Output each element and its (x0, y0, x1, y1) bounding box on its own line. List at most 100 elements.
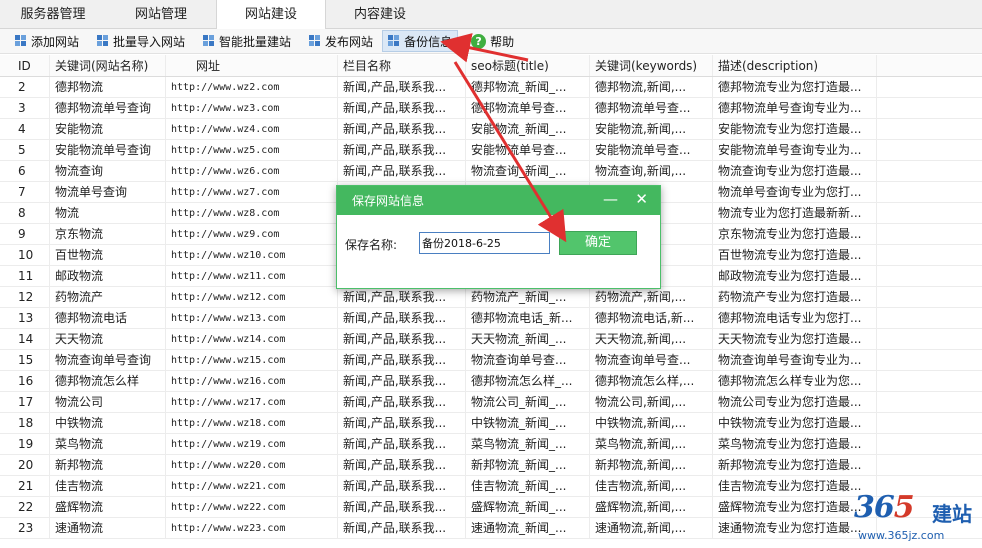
table-row[interactable]: 22 盛辉物流 http://www.wz22.com 新闻,产品,联系我... 盛辉物… (0, 497, 982, 518)
cell-column: 新闻,产品,联系我... (338, 329, 466, 349)
save-name-input[interactable] (419, 232, 550, 254)
cell-column: 新闻,产品,联系我... (338, 371, 466, 391)
tab-content-building[interactable]: 内容建设 (326, 0, 434, 29)
cell-description: 物流查询单号查询专业为... (713, 350, 877, 370)
header-url[interactable]: 网址 (166, 55, 338, 76)
batch-import-button[interactable]: 批量导入网站 (92, 30, 190, 52)
grid-icon (309, 35, 321, 47)
cell-keywords: 德邦物流,新闻,... (590, 77, 713, 97)
cell-id: 5 (0, 140, 50, 160)
table-row[interactable]: 20 新邦物流 http://www.wz20.com 新闻,产品,联系我... 新邦物… (0, 455, 982, 476)
cell-url: http://www.wz21.com (166, 476, 338, 496)
cell-keyword: 德邦物流怎么样 (50, 371, 166, 391)
cell-url: http://www.wz3.com (166, 98, 338, 118)
cell-seo-title: 天天物流_新闻_... (466, 329, 590, 349)
header-id[interactable]: ID (0, 55, 50, 76)
cell-keyword: 物流公司 (50, 392, 166, 412)
cell-filler (877, 371, 982, 391)
cell-seo-title: 物流公司_新闻_... (466, 392, 590, 412)
add-site-label: 添加网站 (31, 34, 80, 49)
table-row[interactable]: 5 安能物流单号查询 http://www.wz5.com 新闻,产品,联系我... 安… (0, 140, 982, 161)
table-row[interactable]: 19 菜鸟物流 http://www.wz19.com 新闻,产品,联系我... 菜鸟物… (0, 434, 982, 455)
cell-keywords: 中铁物流,新闻,... (590, 413, 713, 433)
cell-keywords: 德邦物流怎么样,... (590, 371, 713, 391)
cell-description: 物流公司专业为您打造最... (713, 392, 877, 412)
cell-keyword: 安能物流单号查询 (50, 140, 166, 160)
minimize-icon[interactable]: — (603, 186, 618, 215)
table-row[interactable]: 13 德邦物流电话 http://www.wz13.com 新闻,产品,联系我... 德… (0, 308, 982, 329)
publish-site-button[interactable]: 发布网站 (304, 30, 378, 52)
add-site-button[interactable]: 添加网站 (10, 30, 84, 52)
cell-url: http://www.wz9.com (166, 224, 338, 244)
tab-site-management[interactable]: 网站管理 (106, 0, 216, 29)
table-row[interactable]: 18 中铁物流 http://www.wz18.com 新闻,产品,联系我... 中铁物… (0, 413, 982, 434)
cell-keywords: 新邦物流,新闻,... (590, 455, 713, 475)
cell-filler (877, 224, 982, 244)
cell-keyword: 佳吉物流 (50, 476, 166, 496)
cell-description: 天天物流专业为您打造最... (713, 329, 877, 349)
grid-icon (203, 35, 215, 47)
header-column[interactable]: 栏目名称 (338, 55, 466, 76)
cell-keyword: 速通物流 (50, 518, 166, 538)
header-seo-title[interactable]: seo标题(title) (466, 55, 590, 76)
cell-description: 邮政物流专业为您打造最... (713, 266, 877, 286)
cell-description: 物流查询专业为您打造最... (713, 161, 877, 181)
cell-column: 新闻,产品,联系我... (338, 161, 466, 181)
close-icon[interactable]: ✕ (635, 186, 648, 215)
cell-keywords: 德邦物流电话,新... (590, 308, 713, 328)
cell-keyword: 京东物流 (50, 224, 166, 244)
header-filler (877, 55, 982, 76)
table-row[interactable]: 6 物流查询 http://www.wz6.com 新闻,产品,联系我... 物流查询_… (0, 161, 982, 182)
cell-keyword: 邮政物流 (50, 266, 166, 286)
cell-url: http://www.wz20.com (166, 455, 338, 475)
table-row[interactable]: 21 佳吉物流 http://www.wz21.com 新闻,产品,联系我... 佳吉物… (0, 476, 982, 497)
header-description[interactable]: 描述(description) (713, 55, 877, 76)
table-row[interactable]: 2 德邦物流 http://www.wz2.com 新闻,产品,联系我... 德邦物流_… (0, 77, 982, 98)
table-row[interactable]: 23 速通物流 http://www.wz23.com 新闻,产品,联系我... 速通物… (0, 518, 982, 539)
cell-seo-title: 菜鸟物流_新闻_... (466, 434, 590, 454)
header-keyword[interactable]: 关键词(网站名称) (50, 55, 166, 76)
cell-description: 药物流产专业为您打造最... (713, 287, 877, 307)
watermark-number: 365 (854, 490, 915, 525)
cell-filler (877, 245, 982, 265)
cell-column: 新闻,产品,联系我... (338, 308, 466, 328)
table-row[interactable]: 15 物流查询单号查询 http://www.wz15.com 新闻,产品,联系我..… (0, 350, 982, 371)
table-row[interactable]: 14 天天物流 http://www.wz14.com 新闻,产品,联系我... 天天物… (0, 329, 982, 350)
tab-server-management[interactable]: 服务器管理 (0, 0, 106, 29)
grid-icon (388, 35, 400, 47)
cell-id: 22 (0, 497, 50, 517)
cell-id: 13 (0, 308, 50, 328)
smart-batch-button[interactable]: 智能批量建站 (198, 30, 296, 52)
help-button[interactable]: ? 帮助 (466, 30, 519, 52)
cell-id: 18 (0, 413, 50, 433)
table-header: ID 关键词(网站名称) 网址 栏目名称 seo标题(title) 关键词(ke… (0, 55, 982, 77)
cell-url: http://www.wz18.com (166, 413, 338, 433)
cell-id: 23 (0, 518, 50, 538)
table-row[interactable]: 16 德邦物流怎么样 http://www.wz16.com 新闻,产品,联系我...… (0, 371, 982, 392)
sites-table: ID 关键词(网站名称) 网址 栏目名称 seo标题(title) 关键词(ke… (0, 55, 982, 539)
confirm-button[interactable]: 确定 (559, 231, 637, 255)
cell-seo-title: 德邦物流电话_新... (466, 308, 590, 328)
watermark-url: www.365jz.com (858, 529, 945, 542)
table-row[interactable]: 4 安能物流 http://www.wz4.com 新闻,产品,联系我... 安能物流_… (0, 119, 982, 140)
cell-filler (877, 161, 982, 181)
cell-filler (877, 266, 982, 286)
help-icon: ? (471, 33, 487, 49)
watermark-text: 建站 (932, 502, 972, 526)
backup-info-button[interactable]: 备份信息 (382, 30, 459, 52)
table-row[interactable]: 12 药物流产 http://www.wz12.com 新闻,产品,联系我... 药物流… (0, 287, 982, 308)
cell-seo-title: 安能物流_新闻_... (466, 119, 590, 139)
cell-url: http://www.wz8.com (166, 203, 338, 223)
cell-keywords: 盛辉物流,新闻,... (590, 497, 713, 517)
cell-column: 新闻,产品,联系我... (338, 497, 466, 517)
tab-site-building[interactable]: 网站建设 (216, 0, 326, 30)
cell-description: 德邦物流单号查询专业为... (713, 98, 877, 118)
main-tab-bar: 服务器管理 网站管理 网站建设 内容建设 (0, 0, 982, 30)
cell-keywords: 德邦物流单号查... (590, 98, 713, 118)
table-row[interactable]: 3 德邦物流单号查询 http://www.wz3.com 新闻,产品,联系我... 德… (0, 98, 982, 119)
cell-id: 16 (0, 371, 50, 391)
table-row[interactable]: 17 物流公司 http://www.wz17.com 新闻,产品,联系我... 物流公… (0, 392, 982, 413)
header-keywords[interactable]: 关键词(keywords) (590, 55, 713, 76)
cell-keyword: 物流查询 (50, 161, 166, 181)
brand-watermark-logo: 365 建站 www.365jz.com (848, 490, 978, 546)
